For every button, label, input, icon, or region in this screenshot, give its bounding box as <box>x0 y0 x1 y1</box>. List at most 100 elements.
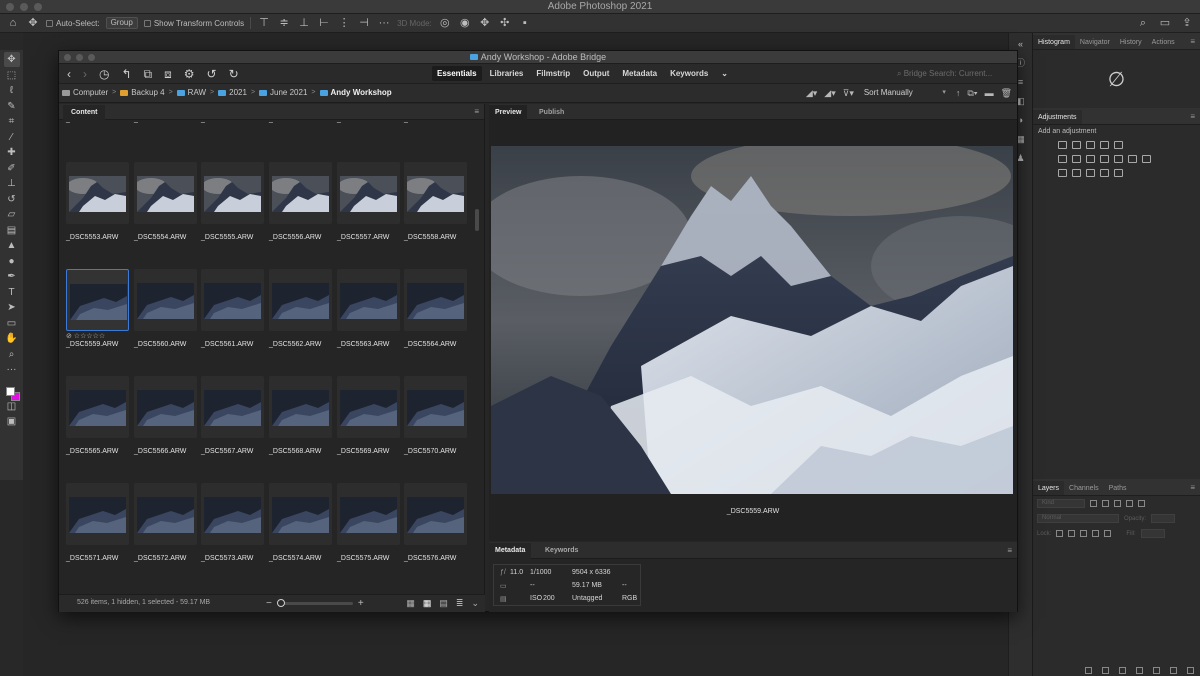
curves-icon[interactable] <box>1086 141 1095 149</box>
quality-icon[interactable]: ◢▾ <box>806 88 817 99</box>
smart-object-filter-icon[interactable] <box>1138 500 1145 507</box>
thumbnail[interactable] <box>404 162 467 224</box>
lock-image-icon[interactable] <box>1068 530 1076 537</box>
workspace-icon[interactable]: ▭ <box>1158 16 1172 30</box>
thumbnail-view-icon[interactable]: ▦ <box>423 598 432 609</box>
invert-icon[interactable] <box>1058 169 1067 177</box>
workspace-filmstrip[interactable]: Filmstrip <box>531 66 575 81</box>
selective-color-icon[interactable] <box>1114 169 1123 177</box>
refine-icon[interactable]: ⧈ <box>164 67 172 81</box>
thumbnail[interactable] <box>66 376 129 438</box>
list-view-icon[interactable]: ≣ <box>456 598 464 609</box>
tab-paths[interactable]: Paths <box>1104 485 1132 495</box>
eraser-tool-icon[interactable]: ▱ <box>4 207 20 222</box>
layer-style-icon[interactable] <box>1102 667 1109 674</box>
thumbnail[interactable] <box>201 269 264 331</box>
foreground-color-swatch[interactable] <box>5 386 15 396</box>
collapse-arrows-icon[interactable]: « <box>1014 37 1028 51</box>
panel-menu-icon[interactable]: ≡ <box>1190 483 1195 492</box>
type-filter-icon[interactable] <box>1114 500 1121 507</box>
scrollbar-thumb[interactable] <box>475 209 479 231</box>
sort-direction-icon[interactable]: ↑ <box>956 88 961 98</box>
zoom-tool-icon[interactable]: ⌕ <box>4 347 20 362</box>
crop-tool-icon[interactable]: ⌗ <box>4 114 20 129</box>
sort-select[interactable]: Sort Manually <box>861 87 949 99</box>
align-center-icon[interactable]: ⋮ <box>337 16 351 30</box>
align-right-icon[interactable]: ⊣ <box>357 16 371 30</box>
panel-menu-icon[interactable]: ≡ <box>1007 546 1012 555</box>
pixel-filter-icon[interactable] <box>1090 500 1097 507</box>
thumbnail[interactable] <box>337 162 400 224</box>
align-left-icon[interactable]: ⊢ <box>317 16 331 30</box>
get-photos-icon[interactable]: ⧉ <box>144 67 153 81</box>
workspace-essentials[interactable]: Essentials <box>432 66 482 81</box>
add-mask-icon[interactable] <box>1119 667 1126 674</box>
thumbnail[interactable] <box>201 483 264 545</box>
new-folder-icon[interactable]: ▬ <box>985 88 994 98</box>
panel-menu-icon[interactable]: ≡ <box>474 107 479 116</box>
return-to-photoshop-icon[interactable]: ↰ <box>121 67 131 81</box>
move-tool-icon[interactable]: ✥ <box>26 16 40 30</box>
lock-all-icon[interactable] <box>1104 530 1112 537</box>
thumbnail[interactable] <box>201 376 264 438</box>
minimize-button[interactable] <box>76 54 83 61</box>
rating-stars[interactable]: ⊘ ☆☆☆☆☆ <box>66 332 105 340</box>
workspace-libraries[interactable]: Libraries <box>485 66 529 81</box>
zoom-in-icon[interactable]: + <box>358 598 364 609</box>
lock-artboard-icon[interactable] <box>1092 530 1100 537</box>
tab-histogram[interactable]: Histogram <box>1033 35 1075 49</box>
healing-tool-icon[interactable]: ✚ <box>4 145 20 160</box>
content-scrollbar[interactable] <box>473 129 481 577</box>
path-select-tool-icon[interactable]: ➤ <box>4 300 20 315</box>
fill-input[interactable] <box>1140 529 1165 538</box>
tab-navigator[interactable]: Navigator <box>1075 39 1115 49</box>
eyedropper-tool-icon[interactable]: ⁄ <box>4 130 20 145</box>
selected-thumbnail[interactable] <box>66 269 129 331</box>
more-tools-icon[interactable]: ··· <box>4 362 20 377</box>
opacity-input[interactable] <box>1151 514 1176 523</box>
tab-metadata[interactable]: Metadata <box>489 543 532 559</box>
thumbnail-cell[interactable]: _DSC5572.ARW <box>134 483 197 577</box>
thumbnail[interactable] <box>404 376 467 438</box>
history-brush-tool-icon[interactable]: ↺ <box>4 192 20 207</box>
open-recent-icon[interactable]: ⧉▾ <box>967 88 977 99</box>
threshold-icon[interactable] <box>1086 169 1095 177</box>
tab-adjustments[interactable]: Adjustments <box>1033 110 1082 124</box>
tab-publish[interactable]: Publish <box>533 105 570 120</box>
workspace-output[interactable]: Output <box>578 66 614 81</box>
thumbnail-cell[interactable]: _DSC5574.ARW <box>269 483 332 577</box>
align-bottom-icon[interactable]: ⊥ <box>297 16 311 30</box>
marquee-tool-icon[interactable]: ⬚ <box>4 68 20 83</box>
thumbnail[interactable] <box>269 162 332 224</box>
thumbnail[interactable] <box>337 376 400 438</box>
tab-preview[interactable]: Preview <box>489 105 528 120</box>
delete-layer-icon[interactable] <box>1187 667 1194 674</box>
panel-menu-icon[interactable]: ≡ <box>1190 37 1195 46</box>
lock-position-icon[interactable] <box>1080 530 1088 537</box>
clone-stamp-tool-icon[interactable]: ⊥ <box>4 176 20 191</box>
thumbnail-grid[interactable]: _DSC5547.ARW _DSC5548.ARW _DSC5549.ARW _DSC… <box>59 121 471 577</box>
thumbnail-size-slider[interactable] <box>276 599 353 607</box>
zoom-button[interactable] <box>88 54 95 61</box>
crumb-june-2021[interactable]: June 2021 <box>259 88 307 97</box>
thumbnail[interactable] <box>269 483 332 545</box>
hue-saturation-icon[interactable] <box>1072 155 1081 163</box>
screen-mode-icon[interactable]: ▣ <box>4 414 20 429</box>
open-in-camera-raw-icon[interactable]: ⚙ <box>184 67 195 81</box>
tab-history[interactable]: History <box>1115 39 1147 49</box>
crumb-backup-4[interactable]: Backup 4 <box>120 88 165 97</box>
dodge-tool-icon[interactable]: ● <box>4 254 20 269</box>
recent-icon[interactable]: ◷ <box>99 67 109 81</box>
rotate-right-icon[interactable]: ↻ <box>229 67 239 81</box>
quick-mask-icon[interactable]: ◫ <box>4 399 20 414</box>
more-options-icon[interactable]: ··· <box>377 16 391 30</box>
share-icon[interactable]: ⇪ <box>1180 16 1194 30</box>
tab-actions[interactable]: Actions <box>1147 39 1180 49</box>
thumbnail[interactable] <box>201 162 264 224</box>
new-fill-layer-icon[interactable] <box>1136 667 1143 674</box>
link-layers-icon[interactable] <box>1085 667 1092 674</box>
bridge-search-input[interactable]: ⌕ Bridge Search: Current... <box>893 67 1011 80</box>
thumbnail-cell[interactable]: _DSC5571.ARW <box>66 483 129 577</box>
thumbnail-cell[interactable]: _DSC5575.ARW <box>337 483 400 577</box>
blend-mode-select[interactable]: Normal <box>1037 514 1119 523</box>
